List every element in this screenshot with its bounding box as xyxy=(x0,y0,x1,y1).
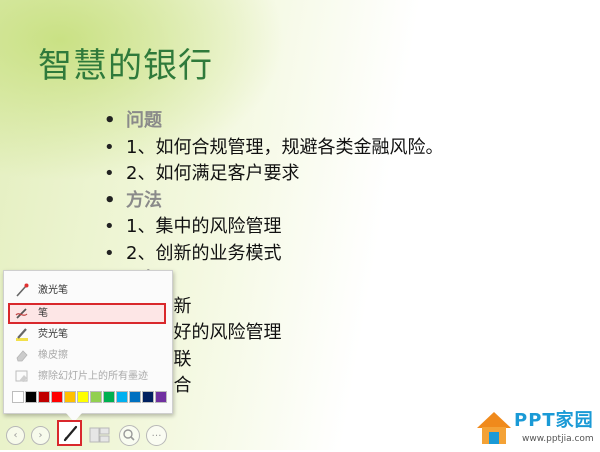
menu-item-label: 激光笔 xyxy=(38,285,68,296)
menu-item-label: 笔 xyxy=(38,308,48,319)
ink-color-swatch[interactable] xyxy=(64,391,76,403)
chevron-right-icon: › xyxy=(38,430,43,441)
ink-color-swatch[interactable] xyxy=(12,391,24,403)
watermark-brand-text: PPT家园 xyxy=(514,410,594,431)
menu-item-pen[interactable]: 笔 xyxy=(8,303,166,324)
bullet-item: • 2、创新的业务模式 xyxy=(104,241,443,268)
bullet-dot: • xyxy=(104,110,116,131)
bullet-item: • 1、如何合规管理，规避各类金融风险。 xyxy=(104,135,443,162)
laser-pointer-icon xyxy=(16,283,29,297)
ink-color-swatch[interactable] xyxy=(155,391,167,403)
bullet-dot: • xyxy=(104,216,115,237)
pen-icon xyxy=(63,425,78,442)
watermark-url-text: www.pptjia.com xyxy=(522,434,594,444)
menu-item-laser-pointer[interactable]: 激光笔 xyxy=(10,281,164,300)
bullet-item: • 问题 xyxy=(104,108,443,135)
chevron-left-icon: ‹ xyxy=(13,430,18,441)
bullet-item: • 1、集中的风险管理 xyxy=(104,214,443,241)
ink-color-swatch[interactable] xyxy=(103,391,115,403)
bullet-text: 问题 xyxy=(126,110,162,131)
house-logo-icon xyxy=(477,412,511,444)
ink-color-swatch[interactable] xyxy=(129,391,141,403)
menu-item-label: 橡皮擦 xyxy=(38,350,68,361)
ink-color-swatch[interactable] xyxy=(116,391,128,403)
ink-color-swatch[interactable] xyxy=(25,391,37,403)
slide-title: 智慧的银行 xyxy=(38,46,213,86)
bullet-item: • 方法 xyxy=(104,188,443,215)
next-slide-button[interactable]: › xyxy=(31,426,50,445)
slides-grid-icon xyxy=(89,427,110,443)
eraser-icon xyxy=(16,350,28,362)
ink-color-swatch[interactable] xyxy=(38,391,50,403)
menu-item-eraser[interactable]: 橡皮擦 xyxy=(10,346,164,365)
bullet-dot: • xyxy=(104,136,115,158)
previous-slide-button[interactable]: ‹ xyxy=(6,426,25,445)
bullet-text: 1、集中的风险管理 xyxy=(126,216,282,237)
more-options-button[interactable]: … xyxy=(146,425,167,446)
pen-options-menu: 激光笔 笔 荧光笔 橡皮擦 擦除幻灯片上的所有墨迹 xyxy=(3,270,173,422)
bullet-item: • 2、如何满足客户要求 xyxy=(104,161,443,188)
bullet-text: 方法 xyxy=(126,189,162,211)
bullet-text: 2、创新的业务模式 xyxy=(126,242,282,264)
zoom-button[interactable] xyxy=(119,425,140,446)
menu-item-label: 擦除幻灯片上的所有墨迹 xyxy=(38,371,148,382)
bullet-dot: • xyxy=(104,242,115,264)
magnifier-icon xyxy=(123,429,135,441)
ellipsis-icon: … xyxy=(151,428,162,439)
menu-item-erase-all-ink[interactable]: 擦除幻灯片上的所有墨迹 xyxy=(10,367,164,386)
ink-color-swatch[interactable] xyxy=(90,391,102,403)
menu-item-highlighter[interactable]: 荧光笔 xyxy=(10,325,164,344)
ink-color-swatch[interactable] xyxy=(77,391,89,403)
pen-icon xyxy=(15,308,28,319)
bullet-dot: • xyxy=(104,189,116,211)
watermark: PPT家园 www.pptjia.com xyxy=(474,404,598,448)
menu-item-label: 荧光笔 xyxy=(38,329,68,340)
bullet-dot: • xyxy=(104,163,115,184)
highlighter-icon xyxy=(16,328,28,341)
bullet-text: 1、如何合规管理，规避各类金融风险。 xyxy=(126,136,444,158)
pen-tools-button[interactable] xyxy=(57,420,82,446)
erase-all-ink-icon xyxy=(15,370,28,382)
ink-color-swatch[interactable] xyxy=(142,391,154,403)
see-all-slides-button[interactable] xyxy=(89,425,111,444)
ink-color-swatch[interactable] xyxy=(51,391,63,403)
bullet-text: 2、如何满足客户要求 xyxy=(126,163,300,184)
